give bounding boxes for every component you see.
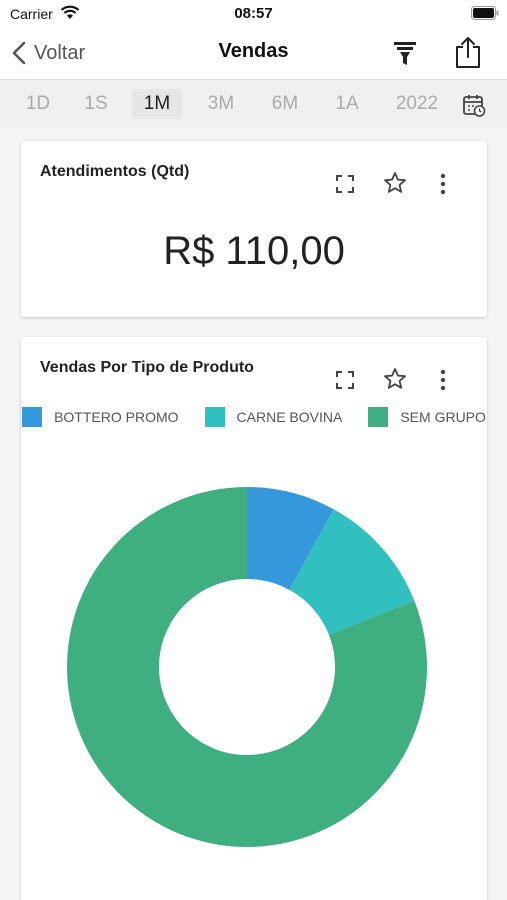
period-tab-1a[interactable]: 1A	[325, 89, 369, 119]
donut-chart	[67, 487, 427, 847]
battery-icon	[471, 6, 499, 20]
legend-swatch	[22, 407, 43, 427]
legend-label: CARNE BOVINA	[236, 409, 343, 425]
clock: 08:57	[234, 5, 273, 22]
expand-icon[interactable]	[332, 367, 358, 393]
chart-title: Vendas Por Tipo de Produto	[40, 359, 254, 376]
card-vendas-por-tipo: Vendas Por Tipo de Produto BOTTERO PROMO…	[21, 337, 487, 900]
period-tab-1d[interactable]: 1D	[16, 89, 60, 119]
legend-item[interactable]: BOTTERO PROMO	[22, 407, 179, 427]
legend-swatch	[368, 407, 389, 427]
page-title: Vendas	[218, 40, 289, 62]
legend-item[interactable]: CARNE BOVINA	[204, 407, 343, 427]
filter-icon[interactable]	[392, 39, 418, 67]
period-tab-3m[interactable]: 3M	[198, 89, 244, 119]
period-tab-6m[interactable]: 6M	[262, 89, 308, 119]
card-title: Atendimentos (Qtd)	[40, 163, 190, 180]
status-bar: Carrier 08:57	[0, 0, 507, 28]
atendimentos-value: R$ 110,00	[163, 229, 345, 273]
more-vertical-icon[interactable]	[430, 367, 456, 393]
chart-legend: BOTTERO PROMO CARNE BOVINA SEM GRUPO	[21, 407, 487, 427]
period-tab-2022[interactable]: 2022	[388, 89, 446, 119]
period-selector: 1D 1S 1M 3M 6M 1A 2022	[0, 81, 507, 127]
legend-item[interactable]: SEM GRUPO	[368, 407, 486, 427]
period-tab-1s[interactable]: 1S	[76, 89, 116, 119]
calendar-icon[interactable]	[462, 93, 486, 117]
legend-swatch	[204, 407, 225, 427]
expand-icon[interactable]	[332, 171, 358, 197]
more-vertical-icon[interactable]	[430, 171, 456, 197]
share-icon[interactable]	[453, 35, 483, 69]
star-icon[interactable]	[382, 170, 408, 196]
card-atendimentos: Atendimentos (Qtd) R$ 110,00	[21, 141, 487, 317]
legend-label: SEM GRUPO	[400, 409, 486, 425]
star-icon[interactable]	[382, 366, 408, 392]
navigation-bar: Voltar Vendas	[0, 28, 507, 80]
period-tab-1m[interactable]: 1M	[132, 89, 182, 119]
legend-label: BOTTERO PROMO	[54, 409, 179, 425]
